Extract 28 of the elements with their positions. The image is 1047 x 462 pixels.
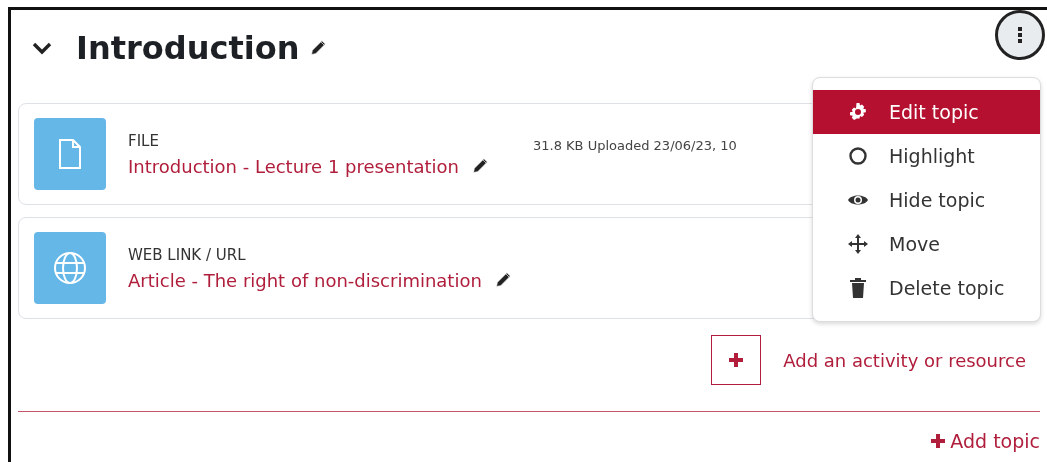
pencil-icon[interactable] bbox=[493, 271, 512, 289]
chevron-down-icon[interactable] bbox=[32, 41, 52, 55]
pencil-icon[interactable] bbox=[309, 39, 328, 57]
globe-icon bbox=[53, 251, 87, 285]
menu-item[interactable]: Move bbox=[813, 222, 1040, 266]
move-arrows-icon bbox=[847, 233, 869, 255]
menu-item[interactable]: Edit topic bbox=[813, 90, 1040, 134]
file-details: 31.8 KB Uploaded 23/06/23, 10 bbox=[533, 137, 737, 153]
gear-icon bbox=[848, 102, 868, 122]
menu-item[interactable]: Delete topic bbox=[813, 266, 1040, 310]
plus-icon bbox=[728, 352, 745, 368]
activity-link[interactable]: Introduction - Lecture 1 presentation bbox=[128, 155, 459, 177]
add-activity-link[interactable]: Add an activity or resource bbox=[783, 349, 1026, 371]
section-title: Introduction bbox=[76, 29, 300, 67]
pencil-icon[interactable] bbox=[471, 157, 489, 175]
vertical-dots-icon bbox=[1017, 26, 1023, 44]
plus-icon bbox=[930, 433, 947, 449]
activity-link[interactable]: Article - The right of non-discrimination bbox=[128, 269, 482, 291]
circle-icon bbox=[848, 146, 868, 166]
kebab-menu-button[interactable] bbox=[995, 10, 1045, 60]
add-topic-link[interactable]: Add topic bbox=[950, 430, 1040, 452]
menu-item[interactable]: Hide topic bbox=[813, 178, 1040, 222]
activity-type-label: FILE bbox=[128, 131, 160, 150]
add-activity-button[interactable] bbox=[711, 335, 762, 385]
menu-item[interactable]: Highlight bbox=[813, 134, 1040, 178]
trash-icon bbox=[849, 277, 867, 299]
document-icon bbox=[58, 139, 82, 169]
activity-type-label: WEB LINK / URL bbox=[128, 245, 247, 264]
